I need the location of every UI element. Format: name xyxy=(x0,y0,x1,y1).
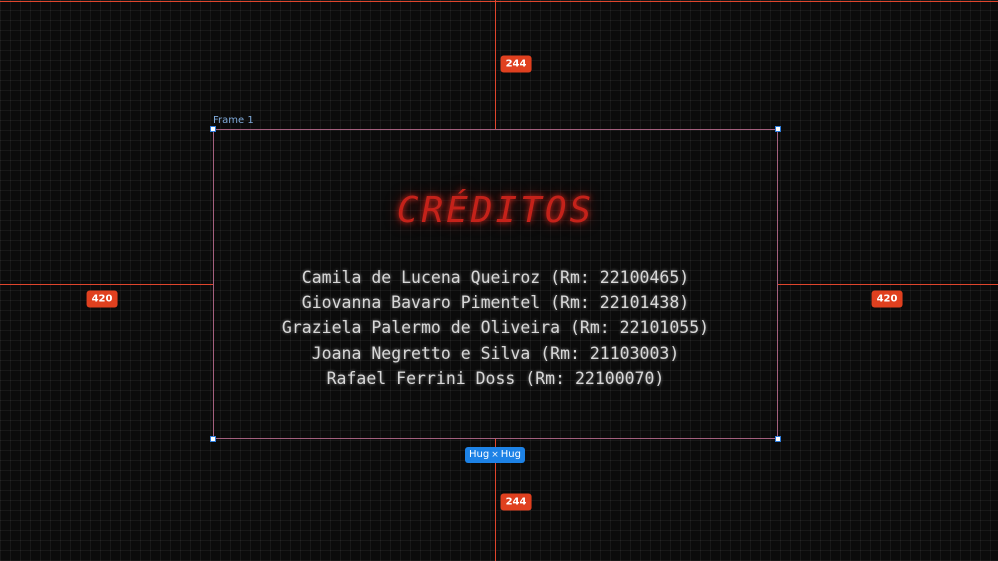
right-distance-label: 420 xyxy=(871,290,903,308)
credit-name-2: Giovanna Bavaro Pimentel (Rm: 22101438) xyxy=(301,293,690,313)
left-distance-guide xyxy=(0,284,213,285)
credits-name-list[interactable]: Camila de Lucena Queiroz (Rm: 22100465) … xyxy=(213,265,778,391)
bottom-distance-label: 244 xyxy=(500,493,532,511)
top-edge-guide xyxy=(0,1,998,2)
credit-name-5: Rafael Ferrini Doss (Rm: 22100070) xyxy=(326,368,665,388)
resize-handle-top-left[interactable] xyxy=(210,126,216,132)
resize-handle-bottom-right[interactable] xyxy=(775,436,781,442)
right-distance-guide xyxy=(778,284,998,285)
frame-name-label[interactable]: Frame 1 xyxy=(213,115,254,127)
resize-handle-bottom-left[interactable] xyxy=(210,436,216,442)
left-distance-label: 420 xyxy=(86,290,118,308)
design-canvas[interactable]: 244 244 420 420 Frame 1 CRÉDITOS Camila … xyxy=(0,0,998,561)
size-hug-badge[interactable]: Hug × Hug xyxy=(465,447,525,463)
top-distance-guide xyxy=(495,0,496,129)
top-distance-label: 244 xyxy=(500,55,532,73)
height-hug-label[interactable]: Hug xyxy=(501,447,521,463)
credit-name-3: Graziela Palermo de Oliveira (Rm: 221010… xyxy=(281,318,710,338)
size-separator: × xyxy=(491,450,499,460)
credit-name-1: Camila de Lucena Queiroz (Rm: 22100465) xyxy=(301,268,690,287)
resize-handle-top-right[interactable] xyxy=(775,126,781,132)
credit-name-4: Joana Negretto e Silva (Rm: 21103003) xyxy=(311,343,680,363)
width-hug-label[interactable]: Hug xyxy=(469,447,489,463)
credits-title[interactable]: CRÉDITOS xyxy=(213,186,778,236)
